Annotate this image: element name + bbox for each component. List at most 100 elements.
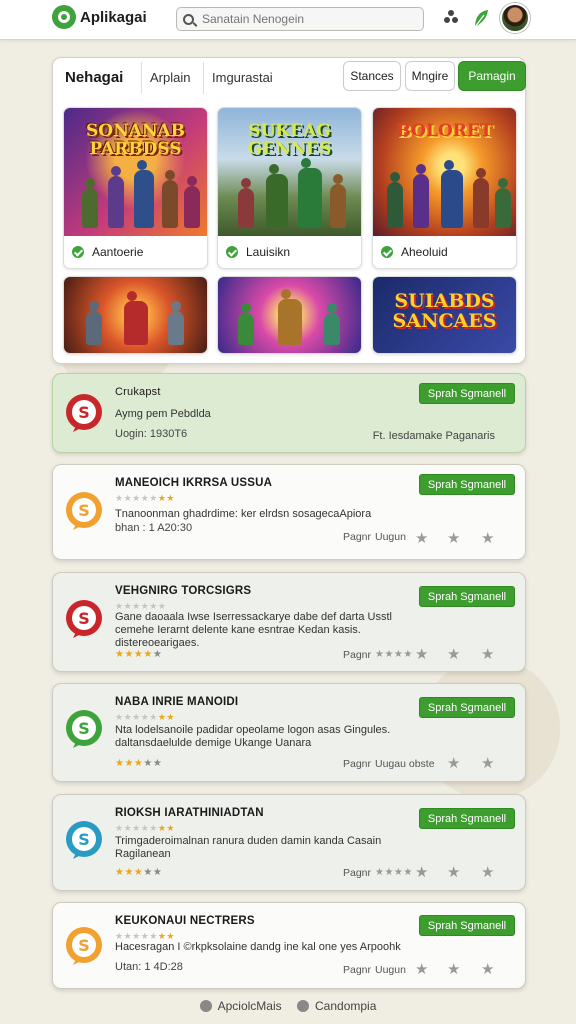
games-panel: Nehagai Arplain Imgurastai Stances Mngir… [52, 57, 526, 364]
app-icon: S [66, 710, 102, 748]
globe-icon [297, 1000, 309, 1012]
install-button[interactable]: Sprah Sgmanell [419, 915, 515, 936]
app-meta: Uugun [375, 964, 406, 976]
game-artwork [218, 277, 361, 353]
footer-link[interactable]: Candompia [297, 999, 376, 1013]
install-button[interactable]: Sprah Sgmanell [419, 474, 515, 495]
install-button[interactable]: Sprah Sgmanell [419, 586, 515, 607]
game-artwork [64, 277, 207, 353]
app-row[interactable]: S KEUKONAUI NECTRERS ★★★★★★★ Hacesragan … [52, 902, 526, 989]
game-title: Lauisikn [246, 245, 291, 259]
verified-icon [226, 246, 238, 258]
app-meta: Pagnr [343, 758, 372, 770]
app-row[interactable]: S VEHGNIRG TORCSIGRS ★★★★★★ Gane daoaala… [52, 572, 526, 672]
app-subtitle: Aymg pem Pebdlda [115, 408, 211, 420]
verified-icon [381, 246, 393, 258]
star-icon[interactable]: ★ [481, 960, 494, 978]
rating-stars-small: ★★★★ [375, 867, 413, 878]
app-description: Tnanoonman ghadrdime: ker elrdsn sosagec… [115, 508, 372, 520]
svg-text:S: S [78, 609, 90, 628]
install-button[interactable]: Sprah Sgmanell [419, 383, 515, 404]
app-size: Utan: 1 4D:28 [115, 961, 183, 973]
app-meta: Ft. Iesdamake Paganaris [372, 430, 495, 442]
star-icon[interactable]: ★ [481, 863, 494, 881]
star-icon[interactable]: ★ [447, 863, 460, 881]
leaf-icon[interactable] [472, 7, 490, 29]
game-title: Aheoluid [401, 245, 448, 259]
rating-stars: ★★★★★★★ [115, 823, 175, 833]
app-size: Uogin: 1930T6 [115, 428, 188, 440]
app-meta: Pagnr [343, 649, 372, 661]
user-avatar[interactable] [500, 3, 530, 33]
app-row[interactable]: S RIOKSH IARATHINIADTAN ★★★★★★★ Trimgade… [52, 794, 526, 891]
game-card[interactable]: BOLORET Aheoluid [372, 107, 517, 269]
star-icon[interactable]: ★ [447, 754, 460, 772]
app-size: bhan : 1 A20:30 [115, 522, 193, 534]
app-row[interactable]: S MANEOICH IKRRSA USSUA ★★★★★★★ Tnanoonm… [52, 464, 526, 560]
app-row-featured[interactable]: S Crukapst Aymg pem Pebdlda Uogin: 1930T… [52, 373, 526, 453]
game-art-title: BOLORET [396, 121, 493, 141]
tab-imgurastai[interactable]: Imgurastai [203, 62, 281, 94]
game-artwork: SONANAB PARBDSS [64, 108, 207, 236]
footer: ApciolcMais Candompia [0, 999, 576, 1015]
app-description: Gane daoaala Iwse Iserressackarye dabe d… [115, 611, 392, 649]
rating-stars-small: ★★★★★ [115, 758, 163, 769]
game-art-title: SUKEAG GENNES [247, 121, 332, 159]
app-name: RIOKSH IARATHINIADTAN [115, 807, 264, 819]
rating-stars: ★★★★★★★ [115, 493, 175, 503]
search-box[interactable] [176, 7, 424, 31]
install-button[interactable]: Sprah Sgmanell [419, 808, 515, 829]
app-name: KEUKONAUI NECTRERS [115, 915, 255, 927]
app-row[interactable]: S NABA INRIE MANOIDI ★★★★★★★ Nta lodelsa… [52, 683, 526, 782]
app-icon: S [66, 394, 102, 432]
footer-link[interactable]: ApciolcMais [199, 999, 282, 1013]
game-tile[interactable]: SUIABDS SANCAES [372, 276, 517, 354]
game-artwork: BOLORET [373, 108, 516, 236]
install-button[interactable]: Sprah Sgmanell [419, 697, 515, 718]
svg-text:S: S [78, 936, 90, 955]
star-icon[interactable]: ★ [481, 529, 494, 547]
filter-pamagin-button[interactable]: Pamagin [458, 61, 526, 91]
rating-stars-small: ★★★★★ [115, 649, 163, 660]
star-icon[interactable]: ★ [415, 863, 428, 881]
game-card[interactable]: SUKEAG GENNES Lauisikn [217, 107, 362, 269]
game-tile[interactable] [63, 276, 208, 354]
filter-mngire-button[interactable]: Mngire [405, 61, 455, 91]
filter-stances-button[interactable]: Stances [343, 61, 401, 91]
apps-grid-icon[interactable] [444, 10, 458, 24]
logo-icon [52, 5, 76, 29]
star-icon[interactable]: ★ [481, 645, 494, 663]
app-name: MANEOICH IKRRSA USSUA [115, 477, 273, 489]
app-meta: Pagnr [343, 867, 372, 879]
tab-arplain[interactable]: Arplain [141, 62, 198, 94]
game-label: Aheoluid [373, 236, 516, 268]
star-icon[interactable]: ★ [447, 529, 460, 547]
search-input[interactable] [202, 12, 412, 26]
app-description: Hacesragan I ©rkpksolaine dandg ine kal … [115, 941, 401, 953]
star-icon[interactable]: ★ [415, 960, 428, 978]
app-icon: S [66, 927, 102, 965]
app-icon: S [66, 821, 102, 859]
app-meta: Pagnr [343, 531, 372, 543]
tab-nehagai[interactable]: Nehagai [57, 62, 131, 94]
game-label: Aantoerie [64, 236, 207, 268]
game-tile[interactable] [217, 276, 362, 354]
game-art-title: SONANAB PARBDSS [86, 121, 185, 159]
svg-text:S: S [78, 501, 90, 520]
game-artwork: SUIABDS SANCAES [373, 277, 516, 353]
app-description: Nta lodelsanoile padidar opeolame logon … [115, 724, 391, 749]
app-meta: Uugun [375, 531, 406, 543]
verified-icon [72, 246, 84, 258]
game-label: Lauisikn [218, 236, 361, 268]
star-icon[interactable]: ★ [415, 529, 428, 547]
app-name: Crukapst [115, 386, 161, 398]
star-icon[interactable]: ★ [447, 960, 460, 978]
star-icon[interactable]: ★ [447, 645, 460, 663]
svg-text:S: S [78, 830, 90, 849]
app-logo[interactable]: Aplikagai [52, 5, 147, 29]
game-card[interactable]: SONANAB PARBDSS Aantoerie [63, 107, 208, 269]
star-icon[interactable]: ★ [415, 645, 428, 663]
star-icon[interactable]: ★ [481, 754, 494, 772]
app-meta: Uugau obste [375, 758, 435, 770]
svg-text:S: S [78, 403, 90, 422]
